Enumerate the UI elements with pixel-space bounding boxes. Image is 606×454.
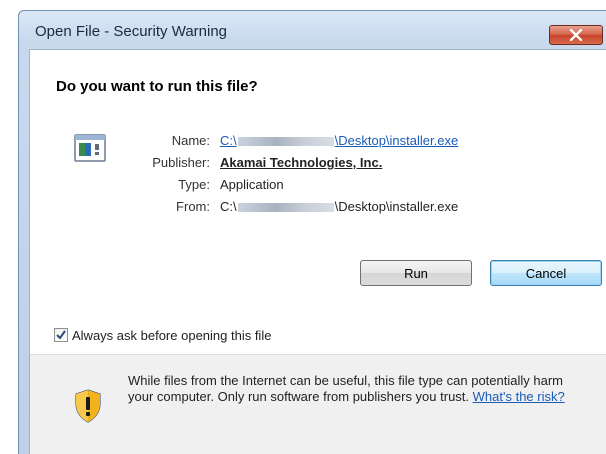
warning-footer: While files from the Internet can be use…: [30, 355, 606, 454]
type-value: Application: [220, 177, 284, 192]
from-row: From: C:\ \Desktop\installer.exe: [122, 196, 592, 218]
checkmark-icon: [56, 328, 66, 343]
run-button[interactable]: Run: [360, 260, 472, 286]
name-link-suffix[interactable]: \Desktop\installer.exe: [335, 133, 459, 148]
name-value[interactable]: C:\ \Desktop\installer.exe: [220, 133, 458, 148]
close-icon: [569, 29, 583, 41]
file-details: Name: C:\ \Desktop\installer.exe Publishe…: [122, 130, 592, 218]
type-row: Type: Application: [122, 174, 592, 196]
cancel-button[interactable]: Cancel: [490, 260, 602, 286]
name-row: Name: C:\ \Desktop\installer.exe: [122, 130, 592, 152]
publisher-link[interactable]: Akamai Technologies, Inc.: [220, 155, 382, 170]
window-title: Open File - Security Warning: [35, 23, 228, 40]
dialog-question: Do you want to run this file?: [56, 78, 258, 95]
publisher-label: Publisher:: [152, 155, 210, 170]
security-shield-icon: [74, 389, 102, 423]
always-ask-label[interactable]: Always ask before opening this file: [72, 328, 271, 343]
redacted-path: [237, 137, 334, 147]
publisher-row: Publisher: Akamai Technologies, Inc.: [122, 152, 592, 174]
security-warning-window: Open File - Security Warning Do you want…: [18, 10, 606, 454]
from-prefix: C:\: [220, 199, 237, 214]
name-label: Name:: [171, 133, 210, 148]
close-button[interactable]: [549, 25, 603, 45]
redacted-path: [237, 203, 334, 213]
type-label: Type:: [178, 177, 210, 192]
from-suffix: \Desktop\installer.exe: [334, 199, 459, 214]
always-ask-checkbox-row[interactable]: Always ask before opening this file: [54, 326, 271, 344]
application-file-icon: [74, 134, 106, 162]
warning-message: While files from the Internet can be use…: [128, 373, 588, 405]
title-bar[interactable]: Open File - Security Warning: [19, 11, 606, 45]
dialog-content: Do you want to run this file? Name: C:\ \…: [29, 49, 606, 454]
name-link-prefix[interactable]: C:\: [220, 133, 237, 148]
from-label: From:: [176, 199, 210, 214]
whats-the-risk-link[interactable]: What's the risk?: [473, 389, 565, 404]
always-ask-checkbox[interactable]: [54, 328, 68, 342]
from-value: C:\ \Desktop\installer.exe: [220, 199, 458, 214]
